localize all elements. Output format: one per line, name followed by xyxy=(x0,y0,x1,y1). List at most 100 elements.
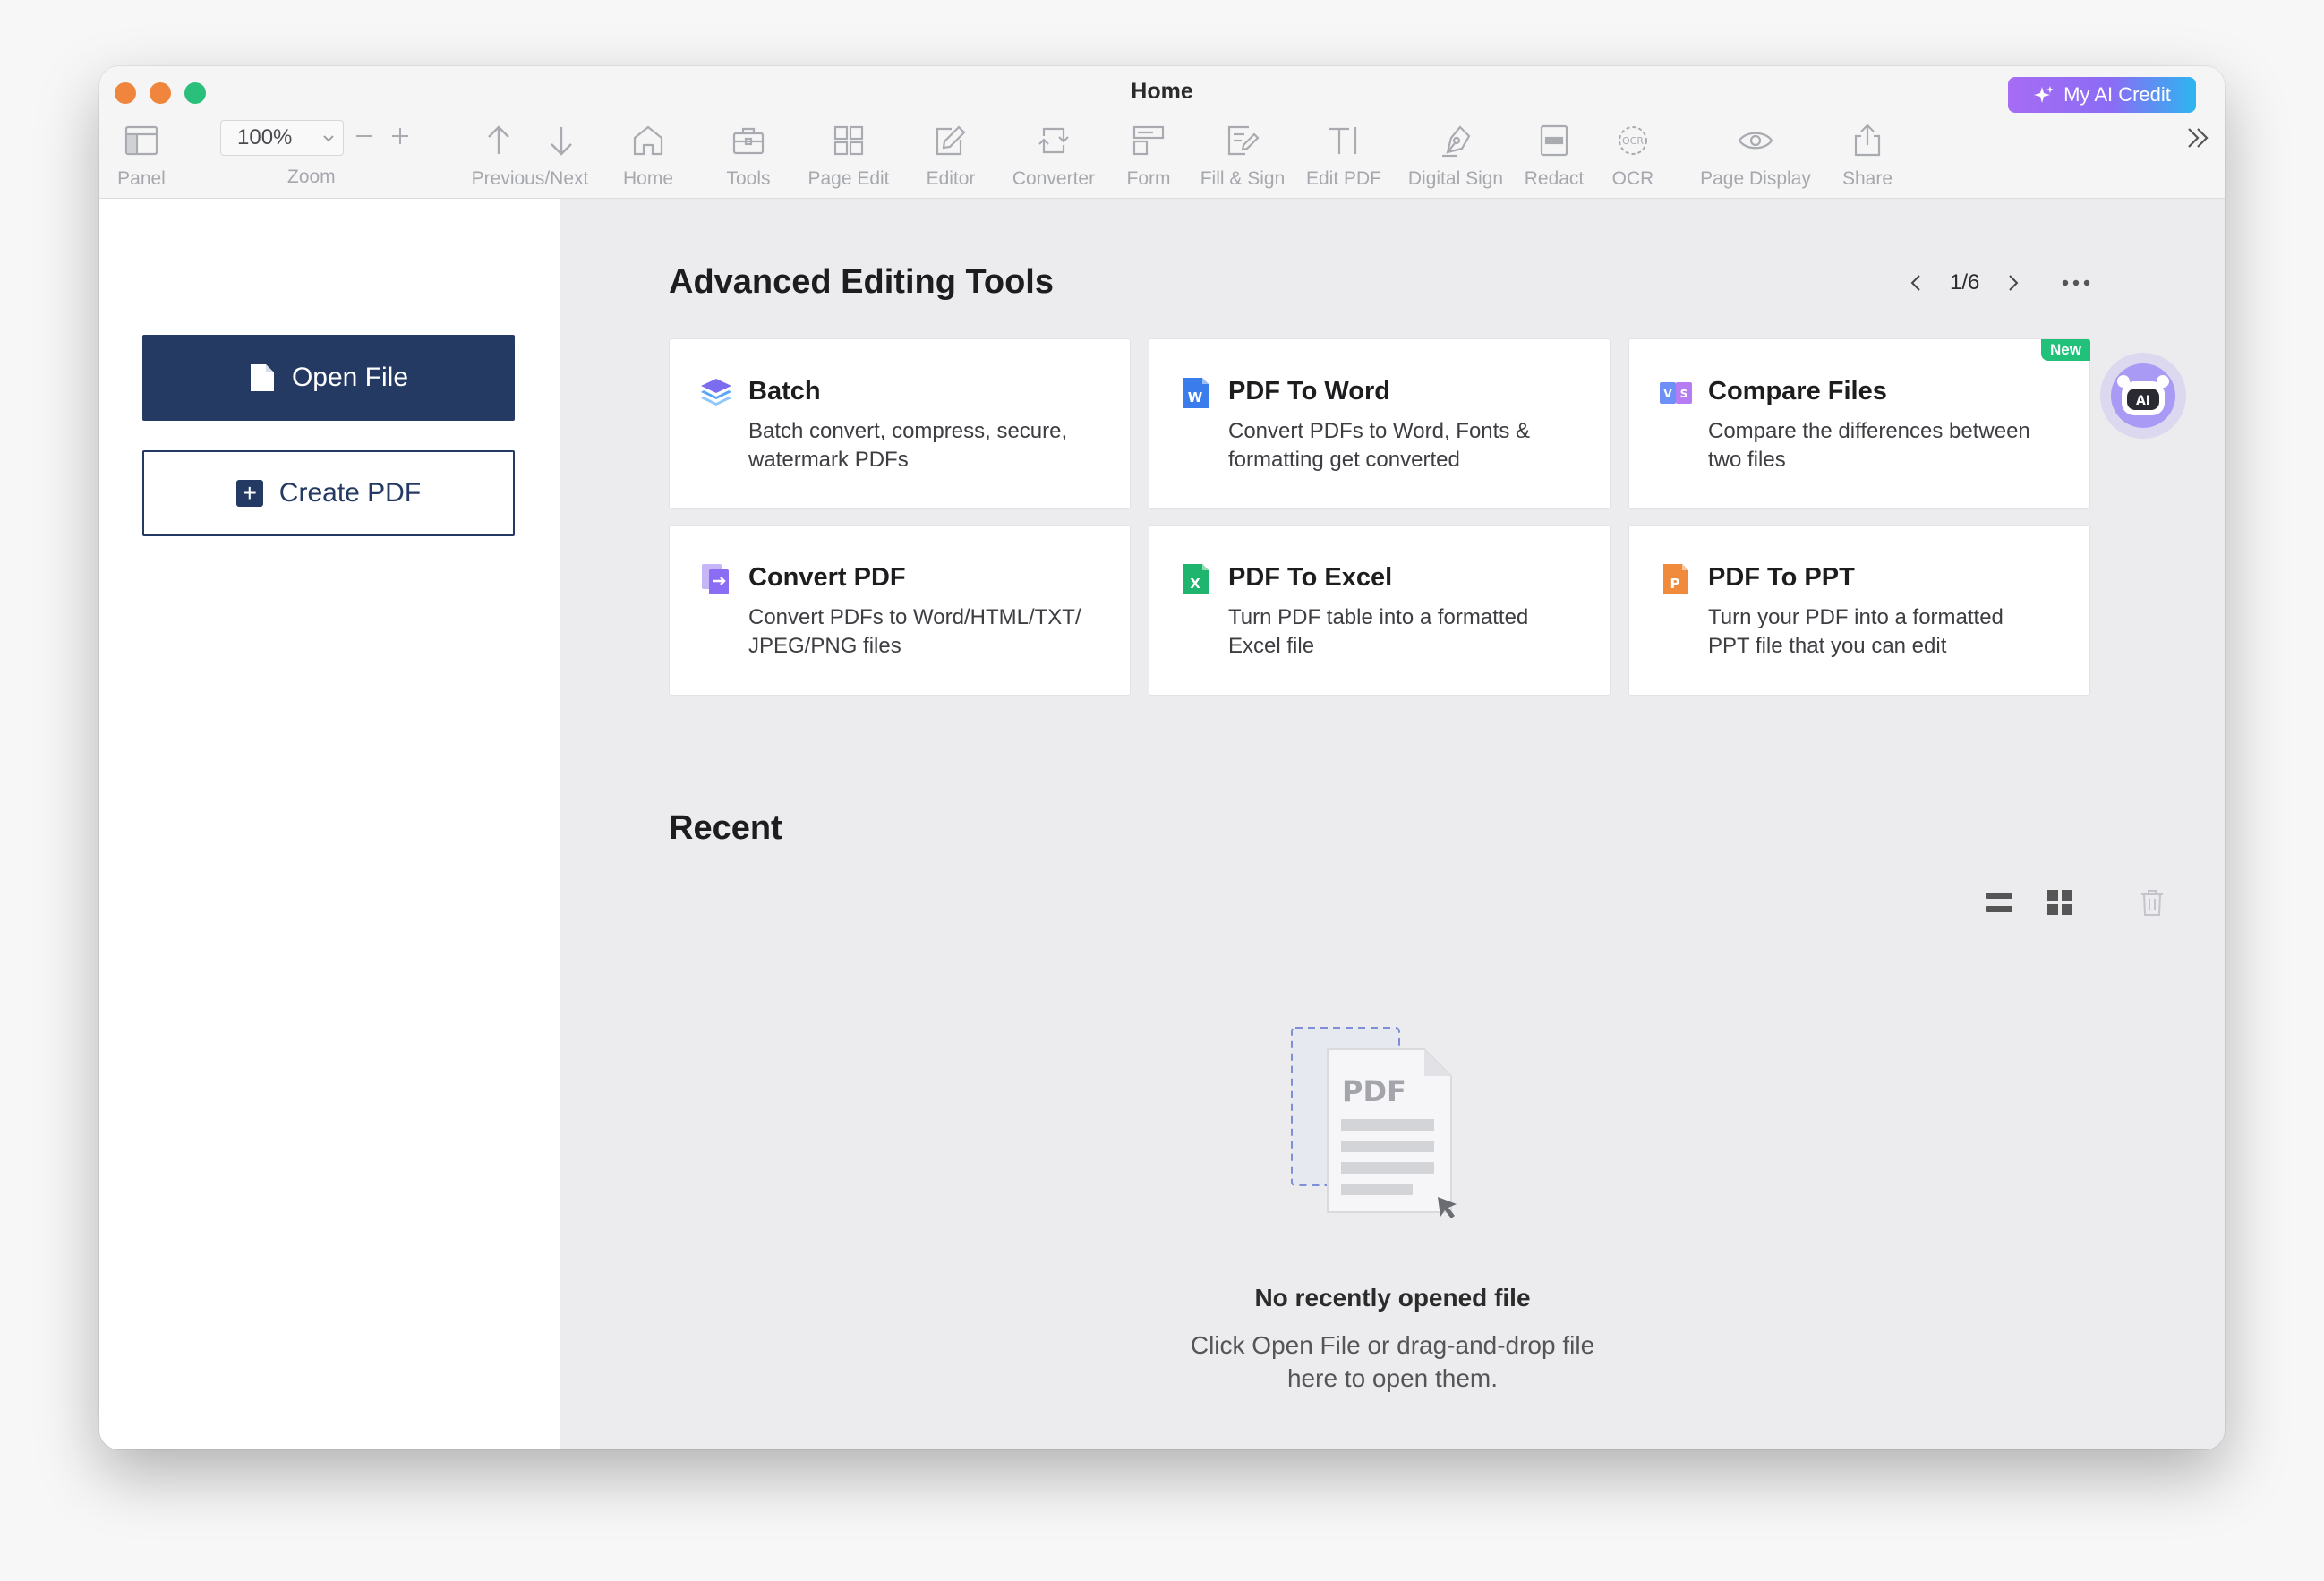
pen-nib-icon xyxy=(1442,125,1471,158)
card-desc-line-1: Convert PDFs to Word, Fonts & xyxy=(1228,419,1530,443)
convert-icon xyxy=(1038,127,1069,154)
card-desc-line-2: two files xyxy=(1708,448,1786,472)
svg-text:S: S xyxy=(1680,388,1688,400)
grid-pages-icon xyxy=(833,125,864,156)
converter-button[interactable]: Converter xyxy=(1000,116,1107,192)
svg-text:AI: AI xyxy=(2136,394,2150,408)
previous-next-group: Previous/Next xyxy=(463,116,597,192)
editor-button[interactable]: Editor xyxy=(915,116,987,192)
ai-assistant-button[interactable]: AI xyxy=(2100,353,2186,439)
card-desc-line-2: watermark PDFs xyxy=(748,448,909,472)
chevron-right-icon[interactable] xyxy=(2001,271,2024,295)
card-desc-line-1: Batch convert, compress, secure, xyxy=(748,419,1068,443)
my-ai-credit-button[interactable]: My AI Credit xyxy=(2008,77,2196,113)
recent-title: Recent xyxy=(669,809,782,847)
page-indicator: 1/6 xyxy=(1950,270,1980,295)
fill-sign-label: Fill & Sign xyxy=(1200,168,1286,189)
redact-icon xyxy=(1540,124,1568,157)
page-edit-label: Page Edit xyxy=(807,168,890,189)
left-panel: Open File + Create PDF xyxy=(99,199,560,1449)
pdf-to-ppt-card[interactable]: P PDF To PPT Turn your PDF into a format… xyxy=(1628,525,2090,696)
empty-desc-line-1: Click Open File or drag-and-drop file xyxy=(1190,1331,1595,1359)
zoom-label: Zoom xyxy=(287,167,336,187)
zoom-value: 100% xyxy=(237,125,293,150)
card-title: PDF To Excel xyxy=(1228,563,1393,592)
toolbox-icon xyxy=(732,127,765,155)
ocr-button[interactable]: OCR OCR xyxy=(1603,116,1662,192)
share-button[interactable]: Share xyxy=(1832,116,1903,192)
redact-button[interactable]: Redact xyxy=(1514,116,1594,192)
more-options-icon[interactable] xyxy=(2058,271,2094,295)
recent-view-controls xyxy=(1984,883,2167,922)
card-title: Compare Files xyxy=(1708,377,1887,406)
window-title: Home xyxy=(1131,79,1193,104)
chevron-down-icon xyxy=(323,135,334,142)
card-desc-line-2: PPT file that you can edit xyxy=(1708,634,1947,658)
form-button[interactable]: Form xyxy=(1117,116,1180,192)
convert-file-icon xyxy=(702,564,729,594)
ppt-file-icon: P xyxy=(1663,564,1688,594)
pdf-to-excel-card[interactable]: X PDF To Excel Turn PDF table into a for… xyxy=(1149,525,1611,696)
zoom-select[interactable]: 100% xyxy=(220,120,344,156)
tools-label: Tools xyxy=(726,168,771,189)
batch-card[interactable]: Batch Batch convert, compress, secure, w… xyxy=(669,338,1131,509)
zoom-out-button[interactable] xyxy=(352,124,377,149)
editor-label: Editor xyxy=(926,168,976,189)
convert-pdf-card[interactable]: Convert PDF Convert PDFs to Word/HTML/TX… xyxy=(669,525,1131,696)
empty-state-title: No recently opened file xyxy=(1254,1284,1531,1312)
trash-icon[interactable] xyxy=(2137,887,2167,918)
card-title: Batch xyxy=(748,377,821,406)
tool-cards-grid: Batch Batch convert, compress, secure, w… xyxy=(669,338,2092,696)
list-view-icon[interactable] xyxy=(1984,887,2014,918)
card-desc-line-1: Convert PDFs to Word/HTML/TXT/ xyxy=(748,605,1081,629)
card-desc-line-1: Turn your PDF into a formatted xyxy=(1708,605,2004,629)
open-file-label: Open File xyxy=(291,363,409,392)
fill-sign-icon xyxy=(1227,125,1260,156)
create-pdf-label: Create PDF xyxy=(278,478,422,508)
arrow-down-icon[interactable] xyxy=(543,122,580,159)
pdf-to-word-card[interactable]: W PDF To Word Convert PDFs to Word, Font… xyxy=(1149,338,1611,509)
compare-icon: VS xyxy=(1660,382,1692,404)
sparkle-icon xyxy=(2034,86,2055,103)
edit-pdf-label: Edit PDF xyxy=(1305,168,1382,189)
open-file-button[interactable]: Open File xyxy=(142,335,515,421)
ai-credit-label: My AI Credit xyxy=(2063,83,2171,106)
share-label: Share xyxy=(1841,168,1893,189)
illustration-pdf-text: PDF xyxy=(1342,1074,1406,1108)
tools-pager: 1/6 xyxy=(1905,270,2094,295)
page-display-button[interactable]: Page Display xyxy=(1693,116,1818,192)
home-label: Home xyxy=(622,168,674,189)
card-desc-line-1: Compare the differences between xyxy=(1708,419,2030,443)
svg-text:P: P xyxy=(1670,576,1680,592)
new-badge: New xyxy=(2041,339,2090,361)
share-icon xyxy=(1854,124,1881,157)
panel-label: Panel xyxy=(117,168,166,189)
double-chevron-right-icon[interactable] xyxy=(2182,122,2214,154)
create-pdf-button[interactable]: + Create PDF xyxy=(142,450,515,536)
card-desc-line-2: Excel file xyxy=(1228,634,1315,658)
chevron-left-icon[interactable] xyxy=(1905,271,1928,295)
form-icon xyxy=(1132,125,1165,156)
home-button[interactable]: Home xyxy=(617,116,679,192)
card-title: PDF To PPT xyxy=(1708,563,1855,592)
zoom-in-button[interactable] xyxy=(388,124,413,149)
digital-sign-button[interactable]: Digital Sign xyxy=(1397,116,1514,192)
tools-button[interactable]: Tools xyxy=(717,116,780,192)
arrow-up-icon[interactable] xyxy=(480,122,517,159)
svg-text:W: W xyxy=(1188,389,1203,406)
home-icon xyxy=(633,125,663,156)
edit-pdf-button[interactable]: Edit PDF xyxy=(1299,116,1388,192)
file-icon xyxy=(250,364,274,391)
svg-text:X: X xyxy=(1190,576,1200,592)
empty-desc-line-2: here to open them. xyxy=(1286,1364,1499,1392)
panel-button[interactable]: Panel xyxy=(112,116,171,192)
empty-state-description: Click Open File or drag-and-drop file he… xyxy=(560,1329,2225,1395)
compare-files-card[interactable]: New VS Compare Files Compare the differe… xyxy=(1628,338,2090,509)
card-title: Convert PDF xyxy=(748,563,906,592)
form-label: Form xyxy=(1126,168,1171,189)
layers-icon xyxy=(701,379,731,406)
plus-icon: + xyxy=(235,480,263,507)
grid-view-icon[interactable] xyxy=(2045,887,2075,918)
page-edit-button[interactable]: Page Edit xyxy=(799,116,898,192)
fill-sign-button[interactable]: Fill & Sign xyxy=(1193,116,1292,192)
